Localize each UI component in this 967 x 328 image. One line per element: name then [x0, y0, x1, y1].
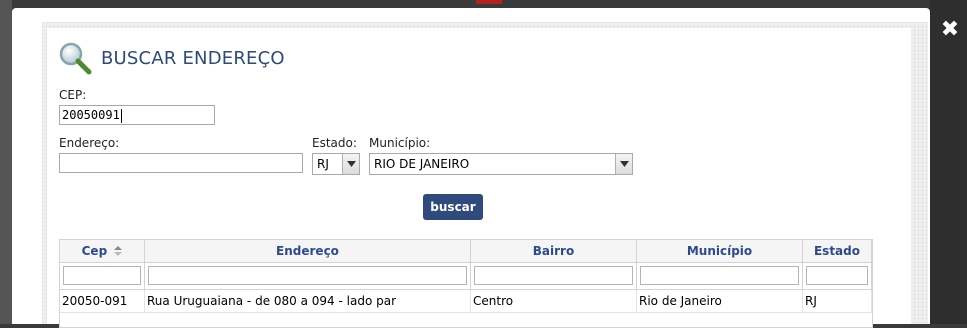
municipio-label: Município: — [369, 136, 431, 150]
close-icon: ✖ — [940, 17, 960, 42]
filter-cell — [803, 263, 872, 289]
estado-select[interactable]: RJ — [312, 153, 360, 175]
municipio-value: RIO DE JANEIRO — [374, 157, 470, 171]
endereco-field[interactable] — [59, 153, 303, 173]
cep-label: CEP: — [59, 88, 87, 102]
cell-endereco: Rua Uruguaiana - de 080 a 094 - lado par — [145, 290, 471, 312]
results-table: Cep Endereço Bairro Município Estado 200… — [59, 239, 873, 328]
chevron-down-icon — [615, 154, 632, 174]
column-header-bairro[interactable]: Bairro — [471, 240, 637, 262]
table-empty-space — [60, 313, 872, 327]
table-header: Cep Endereço Bairro Município Estado — [60, 240, 872, 263]
cep-value: 20050091 — [62, 108, 120, 122]
title-bar: BUSCAR ENDEREÇO — [57, 38, 285, 78]
column-header-endereco[interactable]: Endereço — [145, 240, 471, 262]
estado-label: Estado: — [312, 136, 357, 150]
filter-cell — [637, 263, 803, 289]
page-title: BUSCAR ENDEREÇO — [101, 47, 285, 69]
column-header-label: Cep — [81, 244, 108, 258]
filter-cell — [145, 263, 471, 289]
sort-icon — [114, 241, 123, 263]
filter-cell — [471, 263, 637, 289]
filter-row — [60, 263, 872, 290]
buscar-button[interactable]: buscar — [423, 194, 483, 220]
filter-endereco-input[interactable] — [148, 266, 467, 285]
filter-bairro-input[interactable] — [474, 266, 633, 285]
column-header-cep[interactable]: Cep — [60, 240, 145, 262]
municipio-select[interactable]: RIO DE JANEIRO — [369, 153, 633, 175]
modal-dialog: BUSCAR ENDEREÇO CEP: 20050091 Endereço: … — [12, 8, 930, 328]
cep-field[interactable]: 20050091 — [59, 105, 215, 125]
cell-cep: 20050-091 — [60, 290, 145, 312]
filter-cell — [60, 263, 145, 289]
filter-estado-input[interactable] — [806, 266, 868, 285]
cell-bairro: Centro — [471, 290, 637, 312]
backdrop — [930, 0, 967, 324]
filter-cep-input[interactable] — [63, 266, 141, 285]
backdrop — [0, 0, 12, 324]
column-header-estado[interactable]: Estado — [803, 240, 872, 262]
endereco-label: Endereço: — [59, 136, 120, 150]
filter-municipio-input[interactable] — [640, 266, 799, 285]
modal-content: BUSCAR ENDEREÇO CEP: 20050091 Endereço: … — [47, 28, 911, 328]
search-icon — [57, 40, 93, 76]
chevron-down-icon — [342, 154, 359, 174]
text-caret — [120, 108, 122, 123]
estado-value: RJ — [317, 157, 329, 171]
close-button[interactable]: ✖ — [936, 16, 964, 44]
cell-municipio: Rio de Janeiro — [637, 290, 803, 312]
cell-estado: RJ — [803, 290, 872, 312]
backdrop-marker — [476, 0, 502, 4]
table-row[interactable]: 20050-091 Rua Uruguaiana - de 080 a 094 … — [60, 290, 872, 313]
column-header-municipio[interactable]: Município — [637, 240, 803, 262]
